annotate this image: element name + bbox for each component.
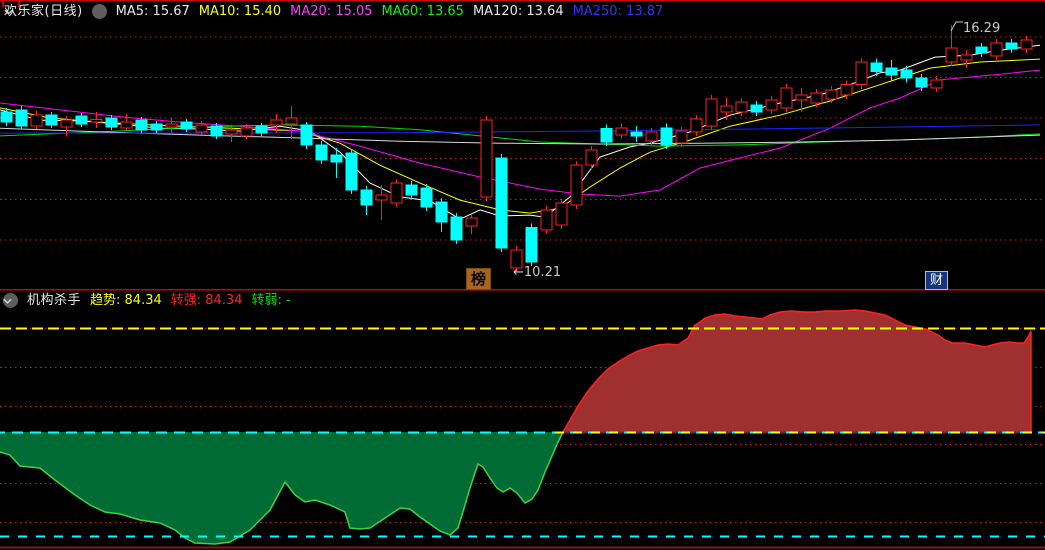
sub-chart-header: 机构杀手 趋势: 84.34 转强: 84.34 转弱: - (3, 292, 291, 309)
high-price-annotation: 16.29 (963, 21, 1001, 36)
legend-ma5: MA5: 15.67 (115, 4, 190, 19)
indicator-turn-strong: 转强: 84.34 (170, 293, 243, 308)
legend-ma250: MA250: 13.87 (572, 4, 664, 19)
indicator-turn-weak: 转弱: - (251, 293, 291, 308)
finance-badge[interactable]: 财 (925, 271, 948, 290)
sub-chart-canvas[interactable] (0, 291, 1045, 550)
low-price-annotation: ←10.21 (513, 265, 562, 280)
legend-ma120: MA120: 13.64 (472, 4, 564, 19)
chevron-down-icon[interactable] (4, 4, 107, 19)
legend-ma20: MA20: 15.05 (290, 4, 373, 19)
rank-badge[interactable]: 榜 (466, 268, 491, 290)
main-chart-canvas[interactable] (0, 0, 1045, 291)
legend-ma10: MA10: 15.40 (198, 4, 282, 19)
indicator-name: 机构杀手 (27, 293, 82, 308)
app-window: 欢乐家(日线) MA5: 15.67 MA10: 15.40 MA20: 15.… (0, 0, 1045, 550)
legend-ma60: MA60: 13.65 (381, 4, 464, 19)
main-chart-header: 欢乐家(日线) MA5: 15.67 MA10: 15.40 MA20: 15.… (4, 3, 663, 20)
stock-title: 欢乐家(日线) (4, 4, 83, 19)
indicator-trend: 趋势: 84.34 (90, 293, 162, 308)
chevron-down-icon[interactable] (3, 293, 18, 308)
